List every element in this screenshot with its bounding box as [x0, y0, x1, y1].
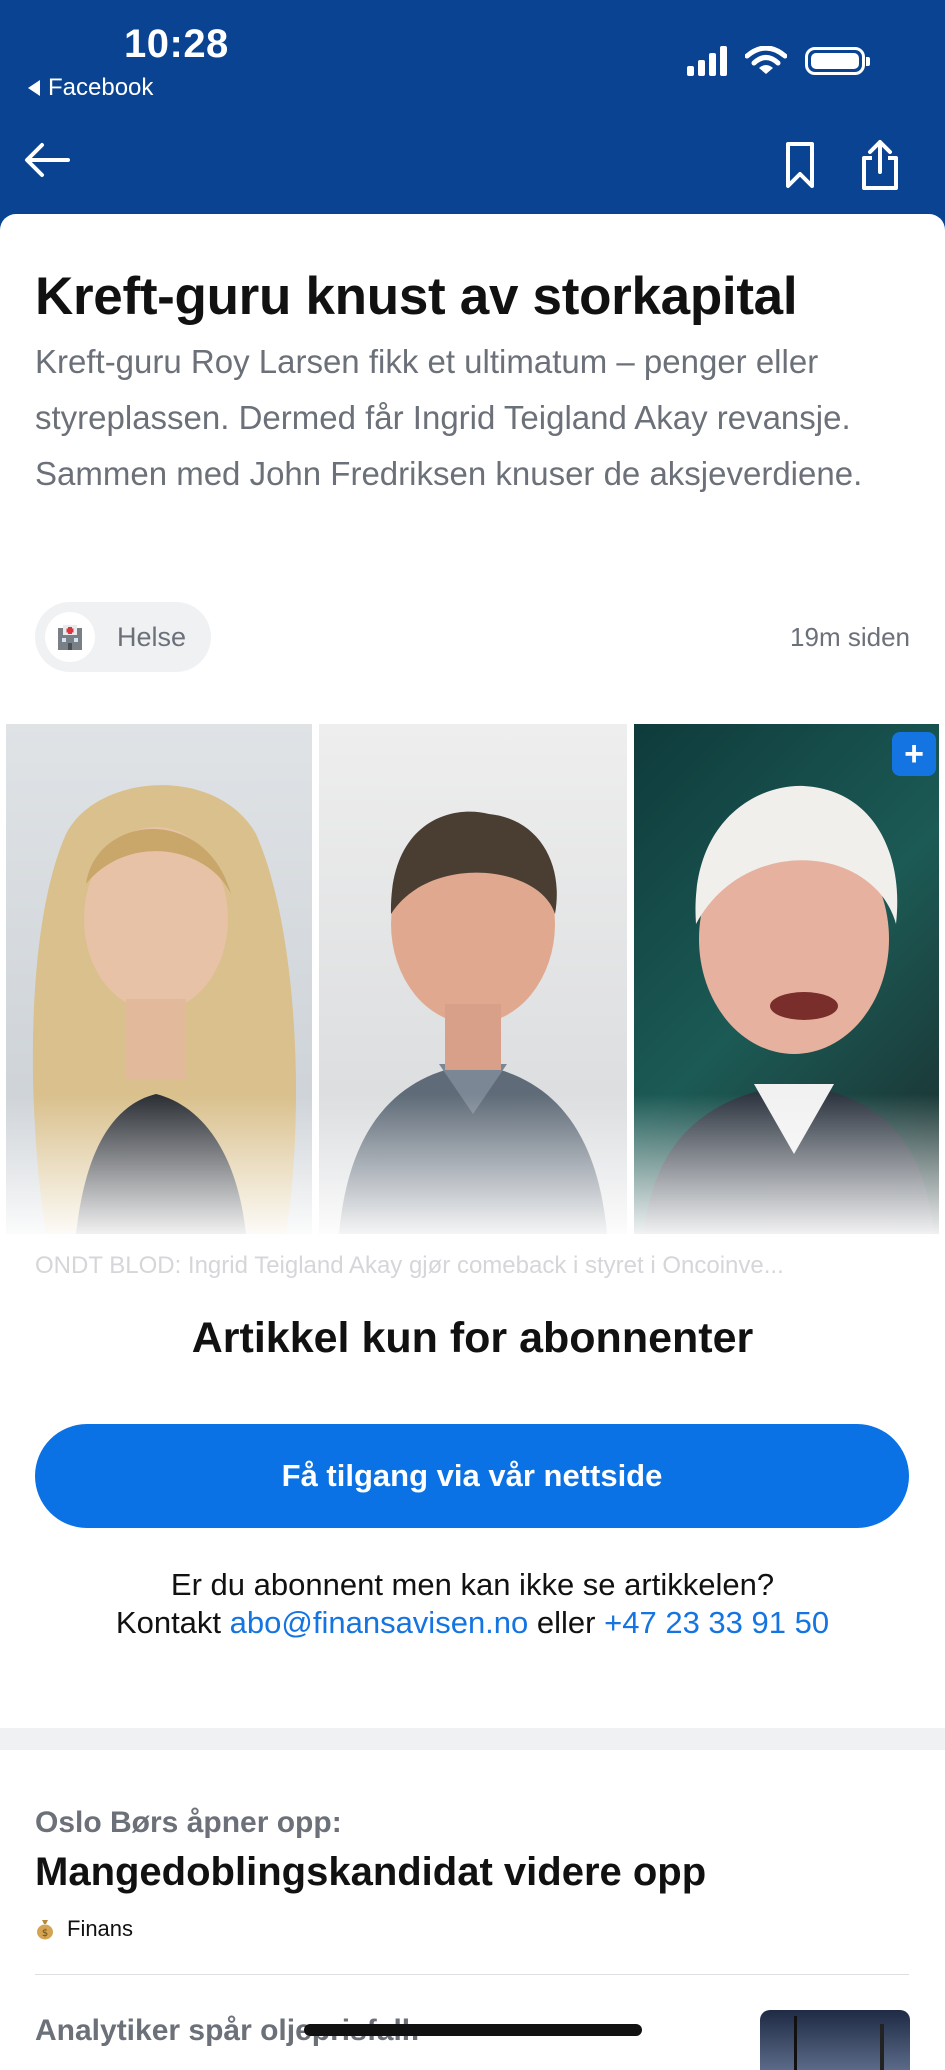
- status-time: 10:28: [124, 22, 229, 66]
- contact-or: eller: [536, 1605, 596, 1640]
- image-caption: ONDT BLOD: Ingrid Teigland Akay gjør com…: [35, 1252, 784, 1279]
- contact-line: Kontakt abo@finansavisen.no eller +47 23…: [0, 1604, 945, 1642]
- related-article-title[interactable]: Mangedoblingskandidat videre opp: [35, 1850, 706, 1895]
- category-label: Helse: [117, 621, 187, 652]
- category-chip-helse[interactable]: Helse: [35, 602, 211, 672]
- money-bag-icon: $: [37, 1920, 53, 1940]
- back-arrow-icon[interactable]: [22, 140, 72, 180]
- svg-text:$: $: [42, 1928, 48, 1939]
- next-related-thumbnail[interactable]: [760, 2010, 910, 2070]
- share-icon[interactable]: [858, 138, 902, 192]
- email-link[interactable]: abo@finansavisen.no: [230, 1605, 529, 1640]
- article-lead: Kreft-guru Roy Larsen fikk et ultimatum …: [35, 343, 863, 492]
- expand-image-button[interactable]: +: [892, 732, 936, 776]
- bookmark-icon[interactable]: [780, 140, 820, 190]
- app-header: 10:28 Facebook: [0, 0, 945, 232]
- home-indicator[interactable]: [304, 2024, 642, 2036]
- article-title: Kreft-guru knust av storkapital: [35, 267, 798, 326]
- related-kicker[interactable]: Oslo Børs åpner opp:: [35, 1806, 342, 1840]
- plus-icon: +: [904, 734, 924, 773]
- section-divider: [0, 1728, 945, 1750]
- back-app-label: Facebook: [48, 74, 154, 101]
- back-triangle-icon: [28, 80, 40, 96]
- related-category: $ Finans: [35, 1916, 133, 1942]
- cellular-signal-icon: [687, 46, 727, 76]
- battery-icon: [805, 47, 870, 75]
- paywall-heading: Artikkel kun for abonnenter: [191, 1314, 754, 1362]
- status-icons: [687, 46, 870, 76]
- list-divider: [35, 1974, 909, 1975]
- related-category-label: Finans: [67, 1916, 134, 1941]
- published-time: 19m siden: [790, 622, 910, 652]
- get-access-button[interactable]: Få tilgang via vår nettside: [35, 1424, 909, 1528]
- subscriber-contact: Er du abonnent men kan ikke se artikkele…: [0, 1566, 945, 1642]
- contact-prefix: Kontakt: [115, 1605, 222, 1640]
- subscriber-question: Er du abonnent men kan ikke se artikkele…: [170, 1567, 775, 1602]
- phone-link[interactable]: +47 23 33 91 50: [604, 1605, 829, 1640]
- hospital-icon: [45, 612, 95, 662]
- article-sheet: Kreft-guru knust av storkapital Kreft-gu…: [0, 214, 945, 2070]
- wifi-icon: [745, 46, 787, 74]
- back-to-app-link[interactable]: Facebook: [28, 74, 153, 102]
